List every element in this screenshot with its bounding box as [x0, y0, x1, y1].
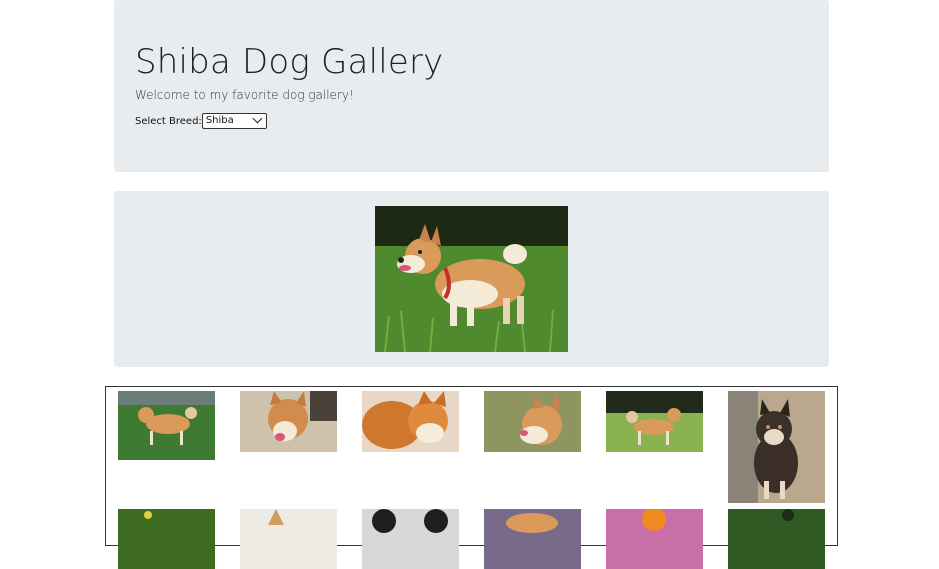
featured-dog-image — [375, 206, 568, 352]
breed-selector-row: Select Breed: Shiba — [135, 113, 267, 129]
page-subtitle: Welcome to my favorite dog gallery! — [135, 88, 354, 102]
gallery-thumb[interactable] — [484, 391, 581, 452]
gallery-thumb[interactable] — [118, 509, 215, 569]
thumbnail-gallery — [105, 386, 838, 569]
gallery-thumb[interactable] — [728, 509, 825, 569]
page-title: Shiba Dog Gallery — [135, 42, 444, 82]
breed-select[interactable]: Shiba — [201, 113, 267, 129]
gallery-thumb[interactable] — [606, 509, 703, 569]
gallery-thumb[interactable] — [118, 391, 215, 460]
gallery-thumb[interactable] — [728, 391, 825, 503]
breed-select-label: Select Breed: — [135, 115, 202, 127]
header-jumbotron: Shiba Dog Gallery Welcome to my favorite… — [114, 0, 829, 172]
featured-image-panel — [114, 191, 829, 367]
chevron-down-icon — [252, 113, 263, 124]
gallery-thumb[interactable] — [362, 509, 459, 569]
gallery-thumb[interactable] — [240, 509, 337, 569]
gallery-thumb[interactable] — [606, 391, 703, 452]
breed-select-value: Shiba — [205, 115, 234, 126]
gallery-thumb[interactable] — [240, 391, 337, 452]
gallery-thumb[interactable] — [362, 391, 459, 452]
gallery-thumb[interactable] — [484, 509, 581, 569]
